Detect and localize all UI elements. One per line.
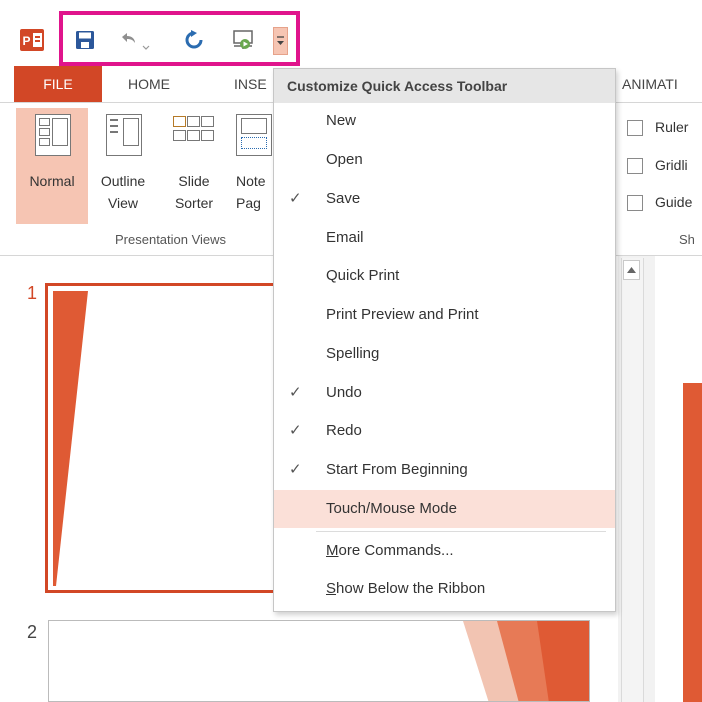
tab-animations[interactable]: ANIMATI <box>622 76 678 92</box>
notes-page-label-2: Pag <box>236 195 261 211</box>
redo-icon[interactable] <box>181 27 207 53</box>
normal-view-button[interactable]: Normal <box>16 108 88 224</box>
thumbnail-scrollbar[interactable] <box>621 258 644 702</box>
check-icon: ✓ <box>289 190 302 207</box>
outline-view-button[interactable]: Outline View <box>90 108 156 224</box>
svg-text:P: P <box>22 34 30 48</box>
slide-thumbnail-2[interactable] <box>48 620 590 702</box>
tab-home[interactable]: HOME <box>128 76 170 92</box>
check-icon: ✓ <box>289 422 302 439</box>
presentation-views-group-label: Presentation Views <box>115 232 227 247</box>
notes-page-button[interactable]: Note Pag <box>231 108 273 224</box>
check-icon: ✓ <box>289 384 302 401</box>
menu-item-undo[interactable]: ✓ Undo <box>274 374 615 412</box>
outline-view-label-2: View <box>107 195 139 211</box>
ruler-checkbox[interactable] <box>627 120 643 136</box>
tab-file[interactable]: FILE <box>14 66 102 102</box>
menu-item-save[interactable]: ✓ Save <box>274 180 615 218</box>
slide-sorter-button[interactable]: Slide Sorter <box>160 108 228 224</box>
powerpoint-app-icon[interactable]: P <box>20 29 44 51</box>
menu-item-redo[interactable]: ✓ Redo <box>274 412 615 450</box>
tab-insert[interactable]: INSE <box>234 76 267 92</box>
menu-item-print-preview[interactable]: Print Preview and Print <box>274 296 615 334</box>
menu-item-more-commands[interactable]: More Commands... <box>274 532 615 570</box>
slide-thumbnail-1[interactable] <box>45 283 295 593</box>
guides-checkbox[interactable] <box>627 195 643 211</box>
outline-view-label-1: Outline <box>100 173 146 189</box>
menu-item-quick-print[interactable]: Quick Print <box>274 257 615 295</box>
slide-number-2: 2 <box>27 622 38 642</box>
menu-item-open[interactable]: Open <box>274 141 615 179</box>
slide-sorter-label-1: Slide <box>178 173 210 189</box>
menu-item-email[interactable]: Email <box>274 219 615 257</box>
menu-title: Customize Quick Access Toolbar <box>274 69 615 103</box>
show-group-label: Sh <box>679 232 695 247</box>
ruler-label: Ruler <box>655 119 689 135</box>
menu-item-start-from-beginning[interactable]: ✓ Start From Beginning <box>274 451 615 489</box>
gridlines-checkbox[interactable] <box>627 158 643 174</box>
menu-item-spelling[interactable]: Spelling <box>274 335 615 373</box>
scroll-up-button[interactable] <box>623 260 640 280</box>
customize-qat-button[interactable] <box>273 27 288 55</box>
slide-sorter-label-2: Sorter <box>174 195 214 211</box>
menu-item-show-below-ribbon[interactable]: Show Below the Ribbon <box>274 570 615 608</box>
normal-view-icon <box>35 114 71 156</box>
undo-icon[interactable] <box>116 28 140 52</box>
slide-number-1: 1 <box>27 283 38 303</box>
gridlines-label: Gridli <box>655 157 688 173</box>
check-icon: ✓ <box>289 461 302 478</box>
menu-item-touch-mouse-mode[interactable]: Touch/Mouse Mode <box>274 490 615 528</box>
outline-view-icon <box>106 114 142 156</box>
slide-edit-accent <box>683 383 702 702</box>
save-icon[interactable] <box>73 28 97 52</box>
slide-sorter-icon <box>173 116 214 152</box>
normal-view-label: Normal <box>29 173 75 189</box>
customize-qat-menu: Customize Quick Access Toolbar New Open … <box>273 68 616 612</box>
start-from-beginning-icon[interactable] <box>230 26 258 54</box>
quick-access-toolbar-area: P <box>0 0 702 66</box>
notes-page-icon <box>236 114 272 156</box>
notes-page-label-1: Note <box>236 173 266 189</box>
guides-label: Guide <box>655 194 693 210</box>
undo-dropdown-arrow-icon[interactable] <box>142 38 150 50</box>
menu-item-new[interactable]: New <box>274 102 615 140</box>
